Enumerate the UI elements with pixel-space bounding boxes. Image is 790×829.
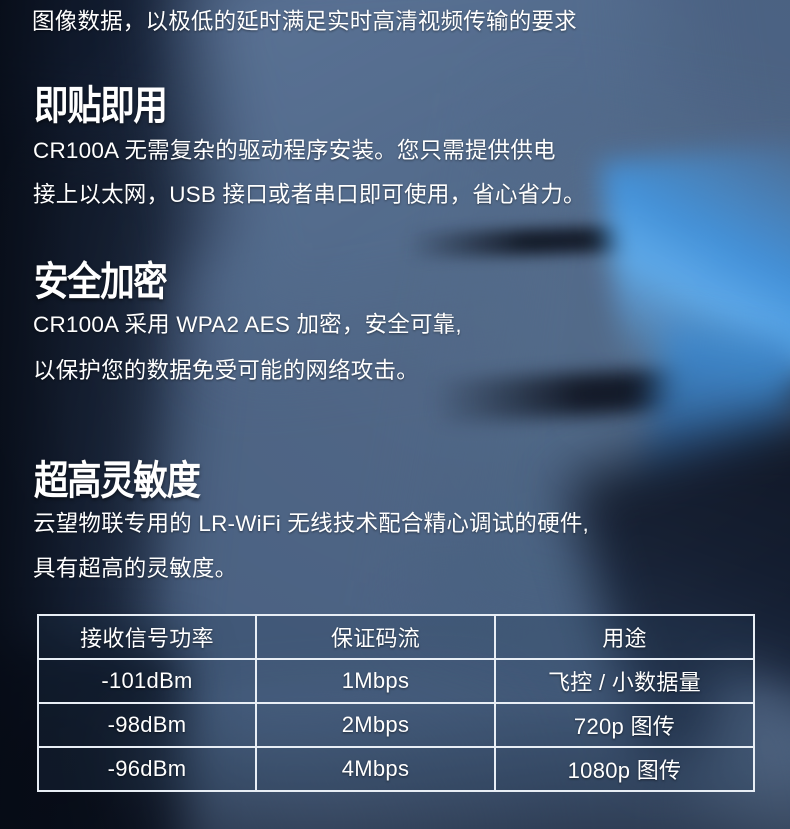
- intro-continuation-line: 图像数据，以极低的延时满足实时高清视频传输的要求: [32, 9, 577, 34]
- table-header-cell: 接收信号功率: [37, 614, 257, 660]
- table-header-cell: 保证码流: [255, 614, 496, 660]
- table-row: -98dBm 2Mbps 720p 图传: [37, 702, 755, 748]
- table-cell: 飞控 / 小数据量: [494, 658, 755, 704]
- section-3-line-1: 云望物联专用的 LR-WiFi 无线技术配合精心调试的硬件,: [33, 511, 589, 536]
- section-heading-high-sensitivity: 超高灵敏度: [34, 459, 201, 503]
- product-detail-page: 图像数据，以极低的延时满足实时高清视频传输的要求 即贴即用 CR100A 无需复…: [0, 0, 790, 829]
- section-1-line-2: 接上以太网，USB 接口或者串口即可使用，省心省力。: [33, 182, 586, 207]
- section-2-line-1: CR100A 采用 WPA2 AES 加密，安全可靠,: [33, 312, 462, 337]
- table-cell: 1080p 图传: [494, 746, 755, 792]
- table-cell: -98dBm: [37, 702, 257, 748]
- section-1-line-1: CR100A 无需复杂的驱动程序安装。您只需提供供电: [33, 138, 556, 163]
- section-heading-instant-use: 即贴即用: [34, 84, 168, 128]
- section-2-line-2: 以保护您的数据免受可能的网络攻击。: [33, 358, 419, 383]
- section-heading-secure-encryption: 安全加密: [34, 260, 168, 304]
- table-cell: 4Mbps: [255, 746, 496, 792]
- section-3-line-2: 具有超高的灵敏度。: [33, 556, 238, 581]
- table-row: -101dBm 1Mbps 飞控 / 小数据量: [37, 658, 755, 704]
- table-cell: -101dBm: [37, 658, 257, 704]
- table-row: -96dBm 4Mbps 1080p 图传: [37, 746, 755, 792]
- table-cell: 2Mbps: [255, 702, 496, 748]
- table-cell: -96dBm: [37, 746, 257, 792]
- table-header-row: 接收信号功率 保证码流 用途: [37, 614, 755, 660]
- table-header-cell: 用途: [494, 614, 755, 660]
- table-cell: 1Mbps: [255, 658, 496, 704]
- sensitivity-spec-table: 接收信号功率 保证码流 用途 -101dBm 1Mbps 飞控 / 小数据量 -…: [37, 614, 755, 792]
- table-cell: 720p 图传: [494, 702, 755, 748]
